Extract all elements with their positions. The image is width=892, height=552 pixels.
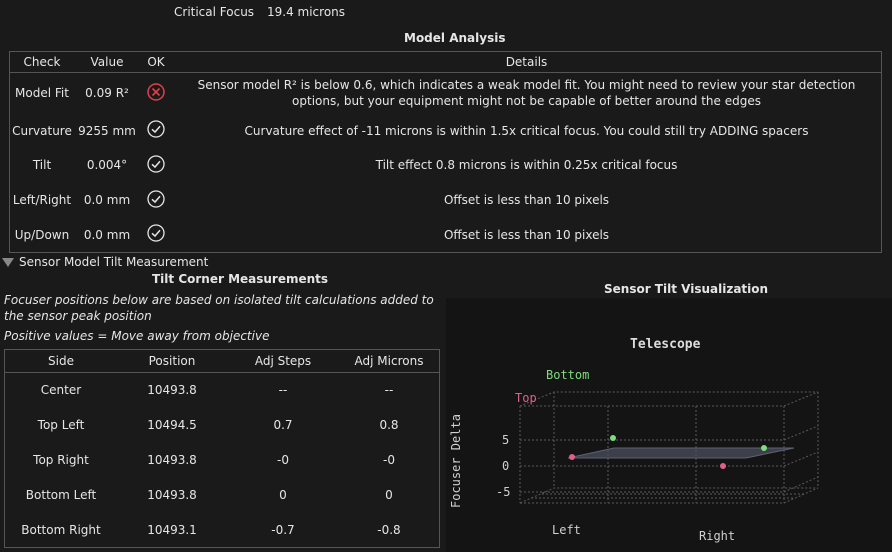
column-header-value[interactable]: Value bbox=[74, 51, 140, 73]
tilt-note: Focuser positions below are based on iso… bbox=[4, 293, 434, 323]
sensor-plane bbox=[567, 447, 795, 459]
table-row: Up/Down 0.0 mm Offset is less than 10 pi… bbox=[10, 218, 882, 253]
value-cell: 9255 mm bbox=[78, 123, 136, 138]
bottom-label: Bottom bbox=[546, 368, 589, 382]
value-cell: 0.0 mm bbox=[83, 227, 131, 242]
value-cell: 0.0 mm bbox=[83, 193, 131, 207]
ok-cell bbox=[140, 148, 172, 183]
steps-cell: 0 bbox=[279, 488, 287, 502]
column-header-check[interactable]: Check bbox=[9, 51, 74, 73]
critical-focus-value: 19.4 microns bbox=[267, 5, 346, 19]
point-bottom-left bbox=[610, 435, 616, 441]
column-header-details[interactable]: Details bbox=[172, 51, 882, 73]
side-cell: Bottom Left bbox=[25, 488, 97, 502]
side-cell: Center bbox=[40, 383, 82, 398]
position-cell: 10493.8 bbox=[147, 383, 197, 398]
check-circle-icon bbox=[147, 189, 165, 208]
z-axis-label: Focuser Delta bbox=[449, 414, 463, 508]
expander-label: Sensor Model Tilt Measurement bbox=[19, 255, 209, 269]
check-cell: Up/Down bbox=[14, 227, 70, 242]
positive-note: Positive values = Move away from objecti… bbox=[4, 329, 270, 343]
z-tick-minus5: -5 bbox=[496, 485, 510, 499]
side-cell: Bottom Right bbox=[21, 522, 101, 537]
error-circle-x-icon bbox=[147, 83, 165, 101]
telescope-label: Telescope bbox=[630, 337, 701, 352]
table-row: Left/Right 0.0 mm Offset is less than 10… bbox=[10, 183, 882, 218]
microns-cell: 0 bbox=[385, 488, 393, 502]
tilt-3d-plot[interactable]: 5 0 -5 Focuser Delta Telescope Bottom To… bbox=[446, 298, 892, 552]
column-header-position[interactable]: Position bbox=[117, 349, 227, 373]
point-top-left bbox=[569, 454, 575, 460]
check-circle-icon bbox=[147, 154, 165, 173]
value-cell: 0.004° bbox=[86, 158, 128, 172]
column-header-side[interactable]: Side bbox=[4, 349, 117, 373]
position-cell: 10494.5 bbox=[147, 418, 197, 432]
column-header-adj-microns[interactable]: Adj Microns bbox=[339, 349, 440, 373]
model-analysis-title: Model Analysis bbox=[404, 31, 506, 45]
tilt-measurement-expander[interactable]: Sensor Model Tilt Measurement bbox=[2, 255, 208, 269]
table-row: Top Right 10493.8 -0 -0 bbox=[5, 443, 440, 478]
ok-cell bbox=[140, 114, 172, 148]
check-cell: Curvature bbox=[12, 123, 72, 138]
details-cell: Offset is less than 10 pixels bbox=[443, 227, 610, 242]
details-cell: Sensor model R² is below 0.6, which indi… bbox=[197, 78, 856, 109]
right-label: Right bbox=[699, 529, 735, 543]
left-label: Left bbox=[552, 523, 581, 537]
side-cell: Top Right bbox=[33, 453, 89, 467]
table-row: Tilt 0.004° Tilt effect 0.8 microns is w… bbox=[10, 148, 882, 183]
tilt-header-row: Side Position Adj Steps Adj Microns bbox=[4, 349, 440, 373]
column-header-ok[interactable]: OK bbox=[140, 51, 172, 73]
ok-cell bbox=[140, 218, 172, 253]
steps-cell: -- bbox=[278, 383, 288, 398]
position-cell: 10493.1 bbox=[147, 522, 197, 537]
column-header-adj-steps[interactable]: Adj Steps bbox=[227, 349, 339, 373]
table-row: Curvature 9255 mm Curvature effect of -1… bbox=[10, 114, 882, 148]
visualization-title: Sensor Tilt Visualization bbox=[604, 282, 769, 296]
check-cell: Tilt bbox=[32, 158, 52, 172]
z-tick-0: 0 bbox=[502, 459, 509, 473]
tilt-corner-table: Side Position Adj Steps Adj Microns Cent… bbox=[4, 349, 440, 548]
microns-cell: 0.8 bbox=[379, 418, 399, 432]
steps-cell: -0 bbox=[277, 453, 289, 467]
details-cell: Offset is less than 10 pixels bbox=[443, 193, 610, 207]
table-row: Top Left 10494.5 0.7 0.8 bbox=[5, 408, 440, 443]
table-row: Center 10493.8 -- -- bbox=[5, 373, 440, 408]
steps-cell: -0.7 bbox=[271, 522, 295, 537]
table-row: Bottom Left 10493.8 0 0 bbox=[5, 478, 440, 513]
steps-cell: 0.7 bbox=[273, 418, 293, 432]
critical-focus-label: Critical Focus bbox=[174, 5, 255, 19]
details-cell: Tilt effect 0.8 microns is within 0.25x … bbox=[375, 158, 678, 172]
chevron-down-icon bbox=[2, 257, 14, 267]
details-cell: Curvature effect of -11 microns is withi… bbox=[244, 123, 809, 138]
microns-cell: -- bbox=[384, 383, 394, 398]
check-circle-icon bbox=[147, 120, 165, 138]
check-cell: Left/Right bbox=[12, 193, 72, 207]
point-top-right bbox=[720, 463, 726, 469]
ok-cell bbox=[140, 73, 172, 114]
model-analysis-header-row: Check Value OK Details bbox=[9, 51, 882, 73]
top-label: Top bbox=[515, 391, 537, 405]
tilt-corner-title: Tilt Corner Measurements bbox=[152, 272, 329, 286]
microns-cell: -0.8 bbox=[377, 522, 401, 537]
visualization-panel[interactable]: 5 0 -5 Focuser Delta Telescope Bottom To… bbox=[446, 298, 892, 552]
position-cell: 10493.8 bbox=[147, 453, 197, 467]
check-circle-icon bbox=[147, 224, 165, 242]
side-cell: Top Left bbox=[37, 418, 85, 432]
model-analysis-table: Check Value OK Details Model Fit 0.09 R²… bbox=[9, 51, 882, 253]
value-cell: 0.09 R² bbox=[85, 86, 129, 101]
table-row: Model Fit 0.09 R² Sensor model R² is bel… bbox=[10, 73, 882, 114]
z-tick-5: 5 bbox=[502, 433, 509, 447]
check-cell: Model Fit bbox=[15, 86, 69, 101]
table-row: Bottom Right 10493.1 -0.7 -0.8 bbox=[5, 513, 440, 548]
point-bottom-right bbox=[761, 445, 767, 451]
ok-cell bbox=[140, 183, 172, 218]
microns-cell: -0 bbox=[383, 453, 395, 467]
position-cell: 10493.8 bbox=[147, 488, 197, 502]
